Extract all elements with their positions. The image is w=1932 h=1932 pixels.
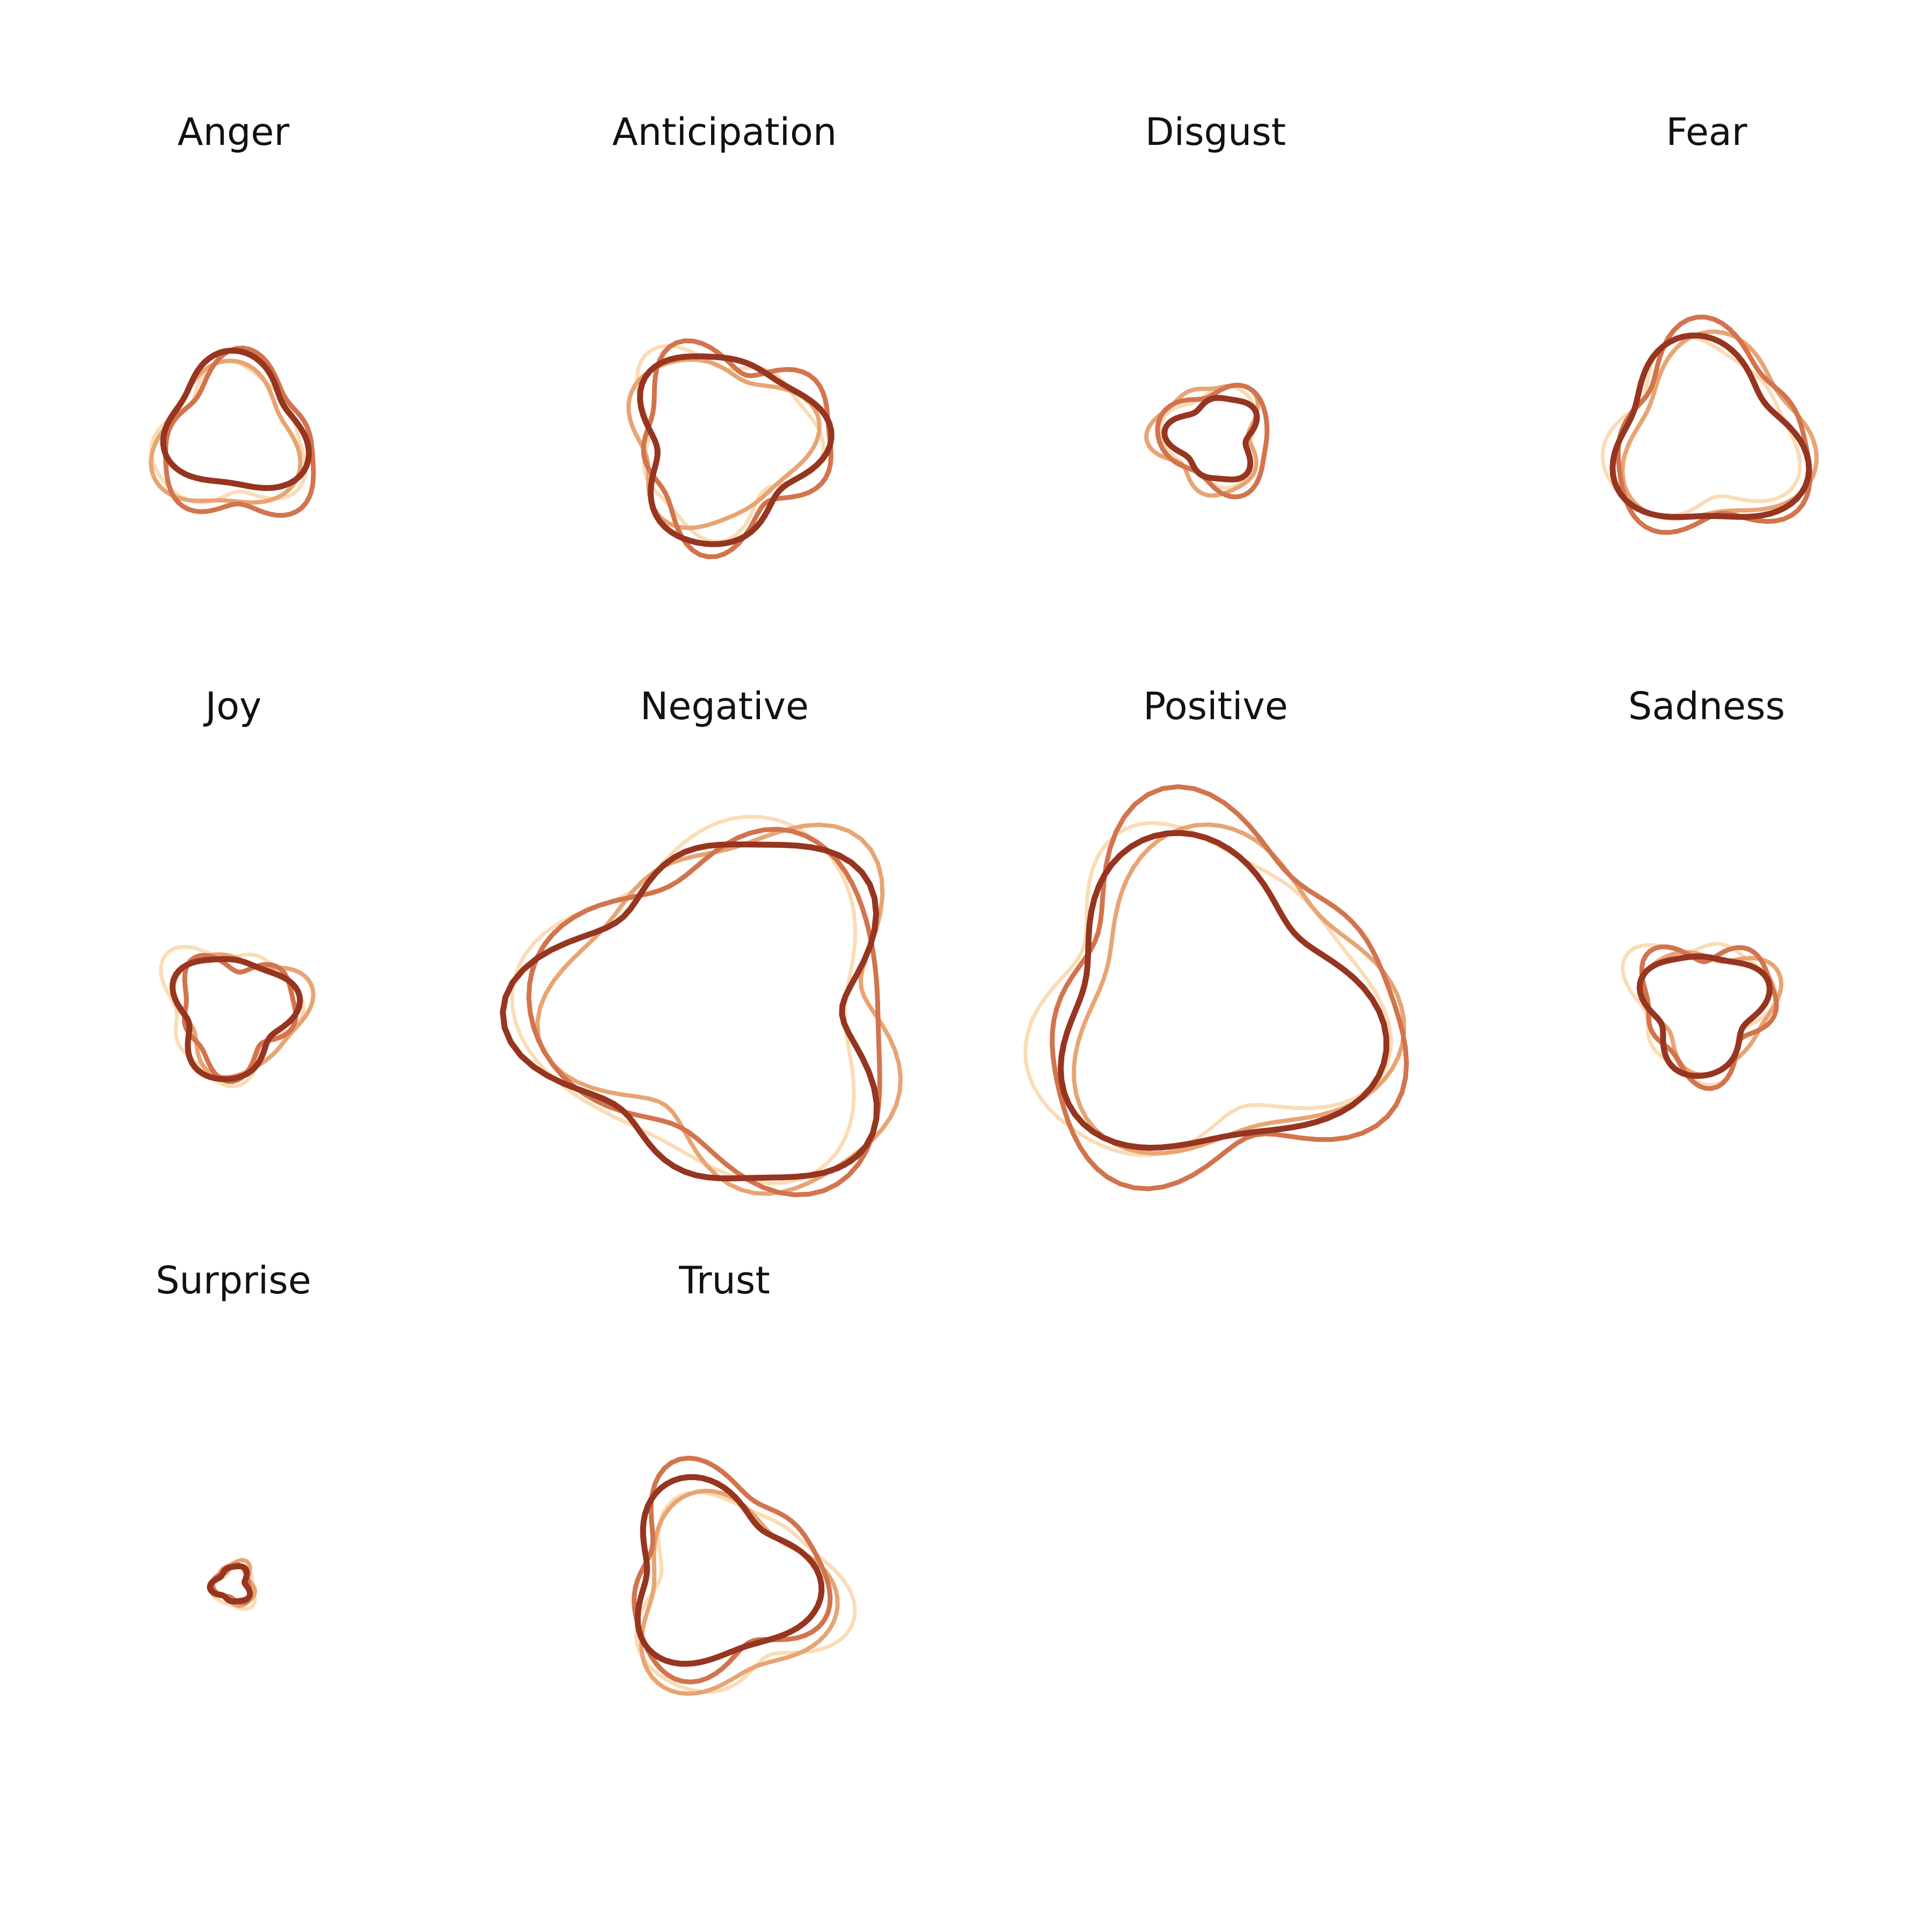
series-4-loop-fear [1609, 332, 1812, 520]
panel-fear: Fear [1600, 110, 1819, 535]
panel-title-anger: Anger [178, 110, 290, 154]
series-4-loop-anger [160, 347, 312, 491]
series-4-loop-negative [500, 841, 880, 1182]
panel-title-positive: Positive [1143, 684, 1288, 728]
panel-title-disgust: Disgust [1145, 110, 1286, 154]
panel-title-anticipation: Anticipation [612, 110, 837, 154]
series-1-loop-fear [1600, 334, 1802, 518]
panel-title-sadness: Sadness [1628, 684, 1785, 728]
series-4-loop-sadness [1636, 953, 1773, 1079]
series-3-loop-negative [526, 826, 882, 1197]
panel-negative: Negative [500, 684, 903, 1197]
radar-small-multiples: Anger Anticipation Disgust Fear Joy Negative P… [149, 110, 1819, 1696]
panel-surprise: Surprise [156, 1258, 311, 1611]
panel-positive: Positive [1023, 684, 1409, 1191]
panel-anticipation: Anticipation [612, 110, 837, 560]
series-1-loop-anticipation [635, 344, 825, 544]
series-4-loop-disgust [1161, 394, 1260, 482]
panel-joy: Joy [159, 684, 316, 1088]
panel-trust: Trust [632, 1258, 857, 1696]
series-4-loop-trust [634, 1474, 825, 1667]
series-4-loop-joy [170, 956, 303, 1082]
panel-title-trust: Trust [678, 1258, 770, 1302]
panel-title-fear: Fear [1666, 110, 1747, 154]
series-4-loop-positive [1057, 830, 1389, 1151]
panel-title-joy: Joy [203, 684, 262, 728]
panel-sadness: Sadness [1620, 684, 1785, 1091]
panel-disgust: Disgust [1144, 110, 1286, 500]
panel-title-surprise: Surprise [156, 1258, 311, 1302]
panel-anger: Anger [149, 110, 316, 518]
panel-title-negative: Negative [640, 684, 809, 728]
series-3-loop-fear [1615, 314, 1813, 535]
